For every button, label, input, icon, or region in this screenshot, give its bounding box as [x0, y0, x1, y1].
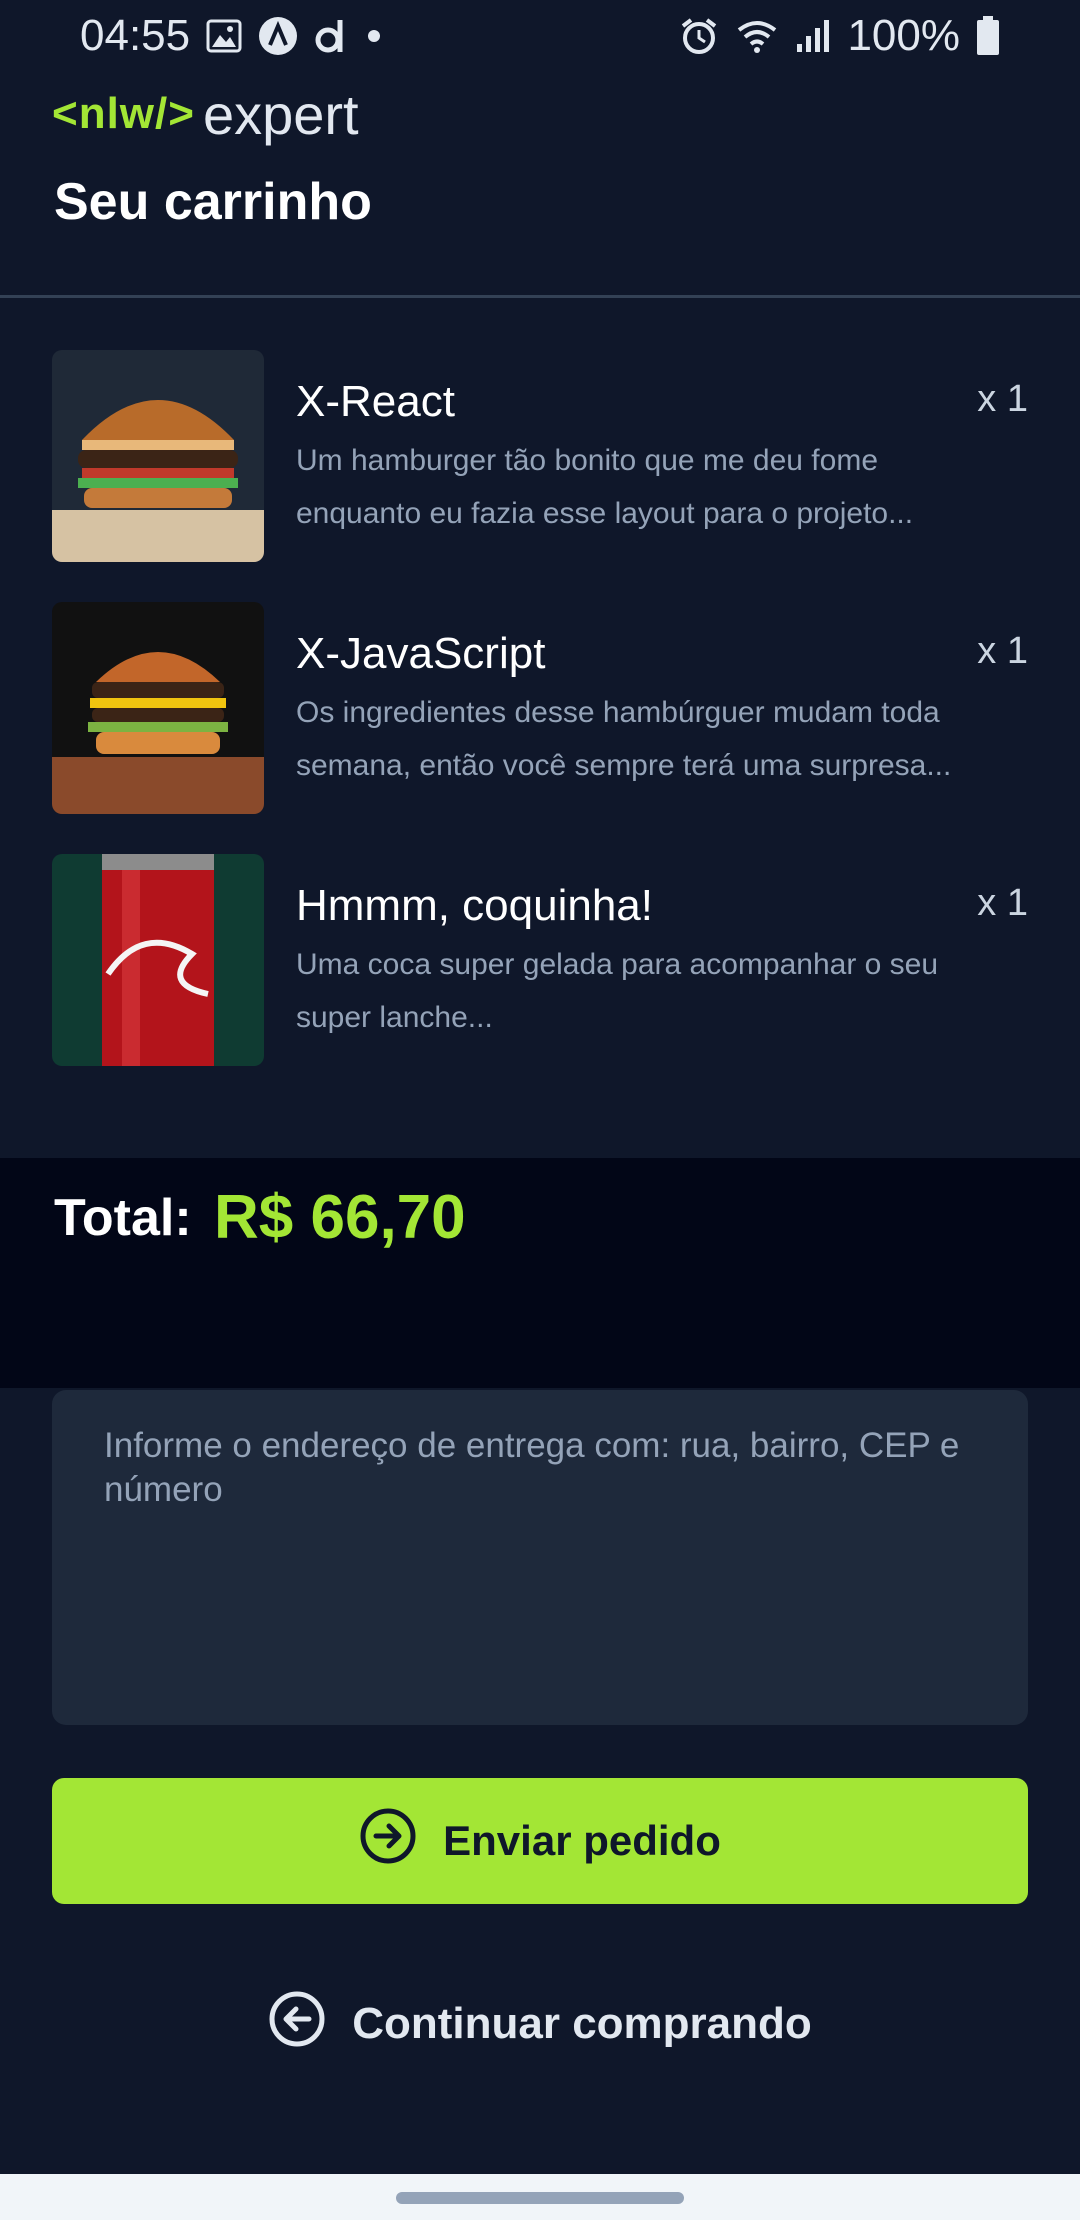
cart-item[interactable]: X-React x 1 Um hamburger tão bonito que … [52, 350, 1028, 562]
cart-item-qty: x 1 [977, 378, 1028, 420]
battery-percent: 100% [847, 11, 960, 60]
cart-item-description: Os ingredientes desse hambúrguer mudam t… [296, 696, 952, 782]
cart-item-name: X-JavaScript [296, 629, 546, 678]
cheeseburger-photo [52, 602, 264, 814]
wifi-icon [735, 18, 779, 54]
app-d-icon [314, 16, 348, 56]
logo: <nlw/> expert [52, 82, 359, 146]
total-label: Total: [54, 1189, 192, 1247]
alarm-icon [679, 16, 719, 56]
status-left: 04:55 [80, 11, 384, 61]
status-bar: 04:55 100% [0, 0, 1080, 72]
page-title: Seu carrinho [54, 173, 372, 231]
coca-cola-can-photo [52, 854, 264, 1066]
cart-item-description: Um hamburger tão bonito que me deu fome … [296, 444, 914, 530]
app-a-icon [258, 16, 298, 56]
header-divider [0, 295, 1080, 298]
cart-item[interactable]: Hmmm, coquinha! x 1 Uma coca super gelad… [52, 854, 1028, 1066]
battery-icon [976, 16, 1000, 56]
cart-item-body: X-JavaScript x 1 Os ingredientes desse h… [296, 602, 1028, 814]
burger-photo [52, 350, 264, 562]
arrow-left-circle-icon [268, 1990, 326, 2059]
cart-item-qty: x 1 [977, 882, 1028, 924]
signal-icon [795, 18, 831, 54]
cart-item-name: Hmmm, coquinha! [296, 881, 654, 930]
cart-item-description: Uma coca super gelada para acompanhar o … [296, 948, 939, 1034]
send-order-button[interactable]: Enviar pedido [52, 1778, 1028, 1904]
send-order-label: Enviar pedido [443, 1817, 721, 1864]
dot-icon [364, 26, 384, 46]
cart-item-body: Hmmm, coquinha! x 1 Uma coca super gelad… [296, 854, 1028, 1066]
status-right: 100% [679, 11, 1000, 61]
logo-nlw: <nlw/> [52, 89, 195, 138]
arrow-right-circle-icon [359, 1807, 417, 1875]
status-time: 04:55 [80, 11, 191, 60]
home-gesture-handle[interactable] [396, 2192, 684, 2204]
continue-shopping-button[interactable]: Continuar comprando [0, 1984, 1080, 2064]
system-nav-bar [0, 2174, 1080, 2220]
cart-item-name: X-React [296, 377, 455, 426]
cart-item-body: X-React x 1 Um hamburger tão bonito que … [296, 350, 1028, 562]
address-input[interactable] [52, 1390, 1028, 1725]
total-value: R$ 66,70 [214, 1183, 466, 1252]
cart-item[interactable]: X-JavaScript x 1 Os ingredientes desse h… [52, 602, 1028, 814]
gallery-icon [206, 19, 242, 53]
logo-expert: expert [202, 82, 359, 146]
cart-item-qty: x 1 [977, 630, 1028, 672]
continue-shopping-label: Continuar comprando [352, 1999, 812, 2048]
